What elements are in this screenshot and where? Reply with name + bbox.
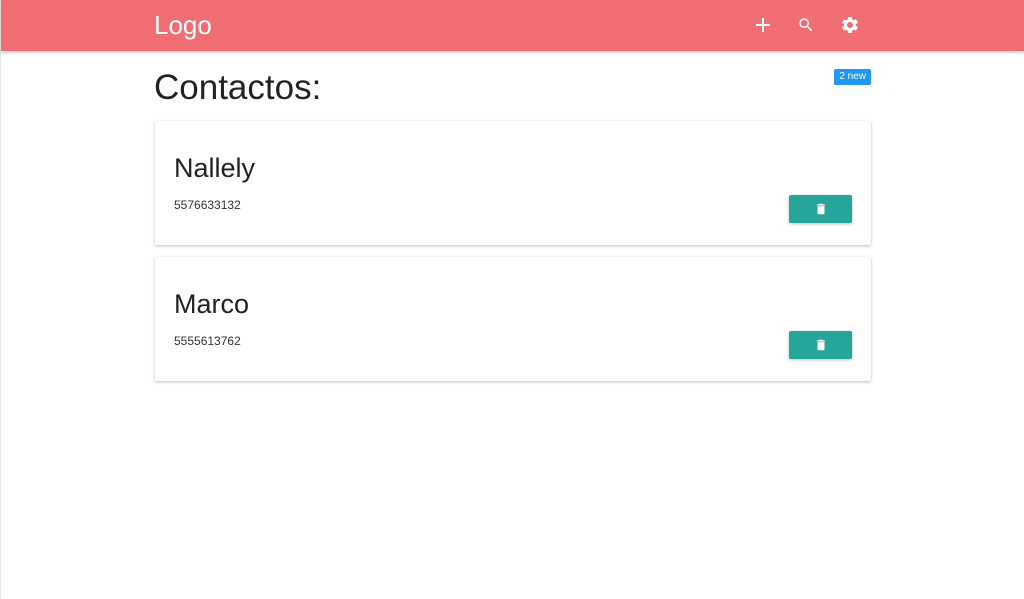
delete-icon	[814, 338, 828, 352]
contact-card: Nallely 5576633132	[155, 121, 871, 245]
contact-name: Marco	[174, 289, 250, 319]
page-title: Contactos:	[154, 68, 322, 107]
contact-phone: 5555613762	[174, 334, 241, 348]
add-icon[interactable]	[751, 13, 775, 37]
settings-icon[interactable]	[838, 13, 862, 37]
page: Logo Contactos: 2 new Nallely 5576633132…	[0, 0, 1024, 599]
contact-card: Marco 5555613762	[155, 257, 871, 381]
new-badge: 2 new	[834, 69, 871, 85]
navbar: Logo	[1, 0, 1024, 51]
logo-link[interactable]: Logo	[154, 10, 212, 40]
search-icon[interactable]	[794, 13, 818, 37]
contact-name: Nallely	[174, 153, 256, 183]
delete-button[interactable]	[789, 331, 852, 359]
delete-button[interactable]	[789, 195, 852, 223]
contact-phone: 5576633132	[174, 198, 241, 212]
delete-icon	[814, 202, 828, 216]
title-row: Contactos: 2 new	[154, 62, 871, 112]
